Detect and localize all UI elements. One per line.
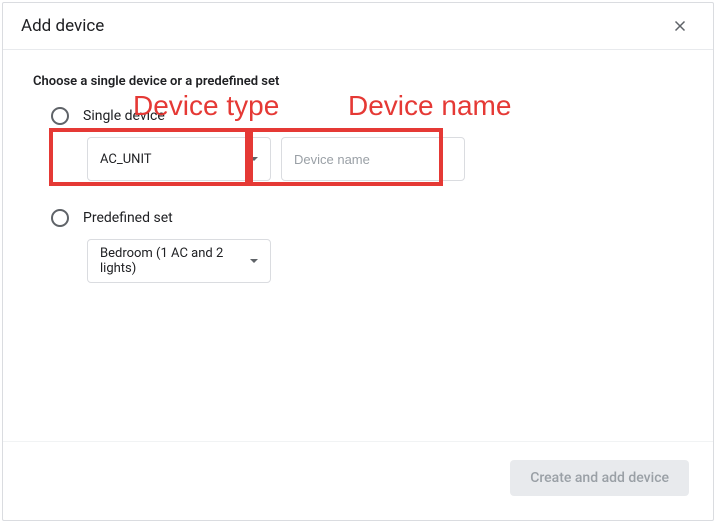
device-type-select[interactable]: AC_UNIT [87,137,271,181]
chevron-down-icon [250,259,258,263]
close-button[interactable] [667,13,693,39]
predefined-set-value: Bedroom (1 AC and 2 lights) [100,246,250,276]
add-device-dialog: Add device Choose a single device or a p… [2,2,714,521]
radio-predefined-row: Predefined set [51,209,683,227]
radio-single-device[interactable] [51,107,69,125]
predefined-set-select[interactable]: Bedroom (1 AC and 2 lights) [87,239,271,283]
single-device-inputs: AC_UNIT [87,137,683,181]
close-icon [671,17,689,35]
radio-predefined[interactable] [51,209,69,227]
dialog-header: Add device [3,3,713,50]
dialog-footer: Create and add device [3,441,713,520]
chevron-down-icon [250,157,258,161]
radio-single-device-label: Single device [83,108,165,124]
radio-predefined-label: Predefined set [83,210,173,226]
device-name-input[interactable] [281,137,465,181]
create-and-add-button[interactable]: Create and add device [510,460,689,496]
radio-single-device-row: Single device [51,107,683,125]
dialog-body: Choose a single device or a predefined s… [3,50,713,441]
device-type-value: AC_UNIT [100,152,250,167]
section-label: Choose a single device or a predefined s… [33,74,683,89]
predefined-section: Predefined set Bedroom (1 AC and 2 light… [33,209,683,283]
dialog-title: Add device [21,16,104,36]
